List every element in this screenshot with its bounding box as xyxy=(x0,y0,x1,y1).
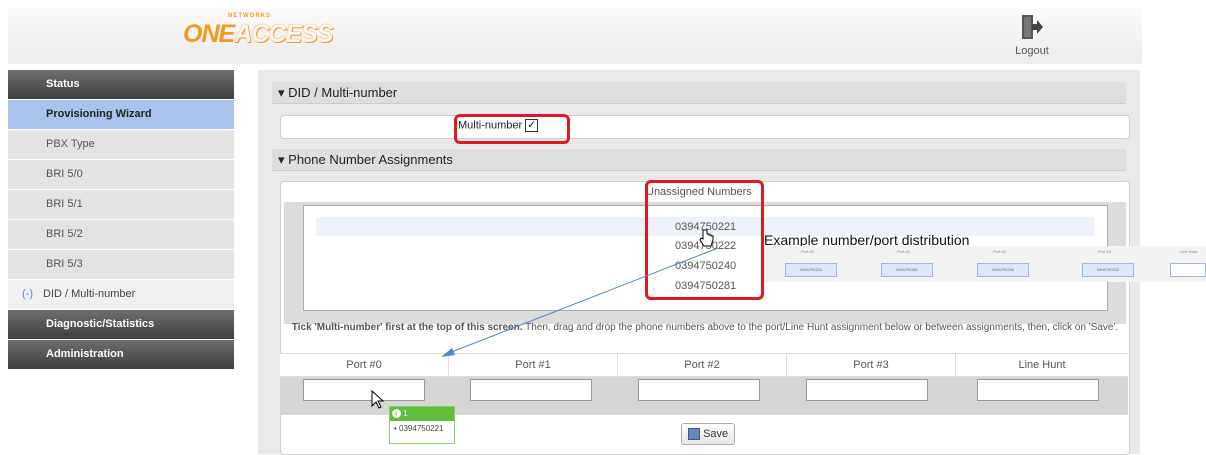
drag-tooltip-number: 0394750221 xyxy=(399,424,444,433)
add-icon: ‹ xyxy=(392,409,401,419)
drag-arrow xyxy=(441,247,719,357)
drag-tooltip: ‹ 1 • 0394750221 xyxy=(389,406,455,444)
example-cell: 0394750281 xyxy=(881,263,933,277)
arrow-cursor-icon xyxy=(371,390,385,409)
hand-cursor-icon xyxy=(699,229,714,247)
example-cell: 0394750222 xyxy=(1082,263,1134,277)
example-cell: 0394750240 xyxy=(977,263,1029,277)
example-cell-empty xyxy=(1170,263,1206,277)
example-cell: 0394750221 xyxy=(785,263,837,277)
